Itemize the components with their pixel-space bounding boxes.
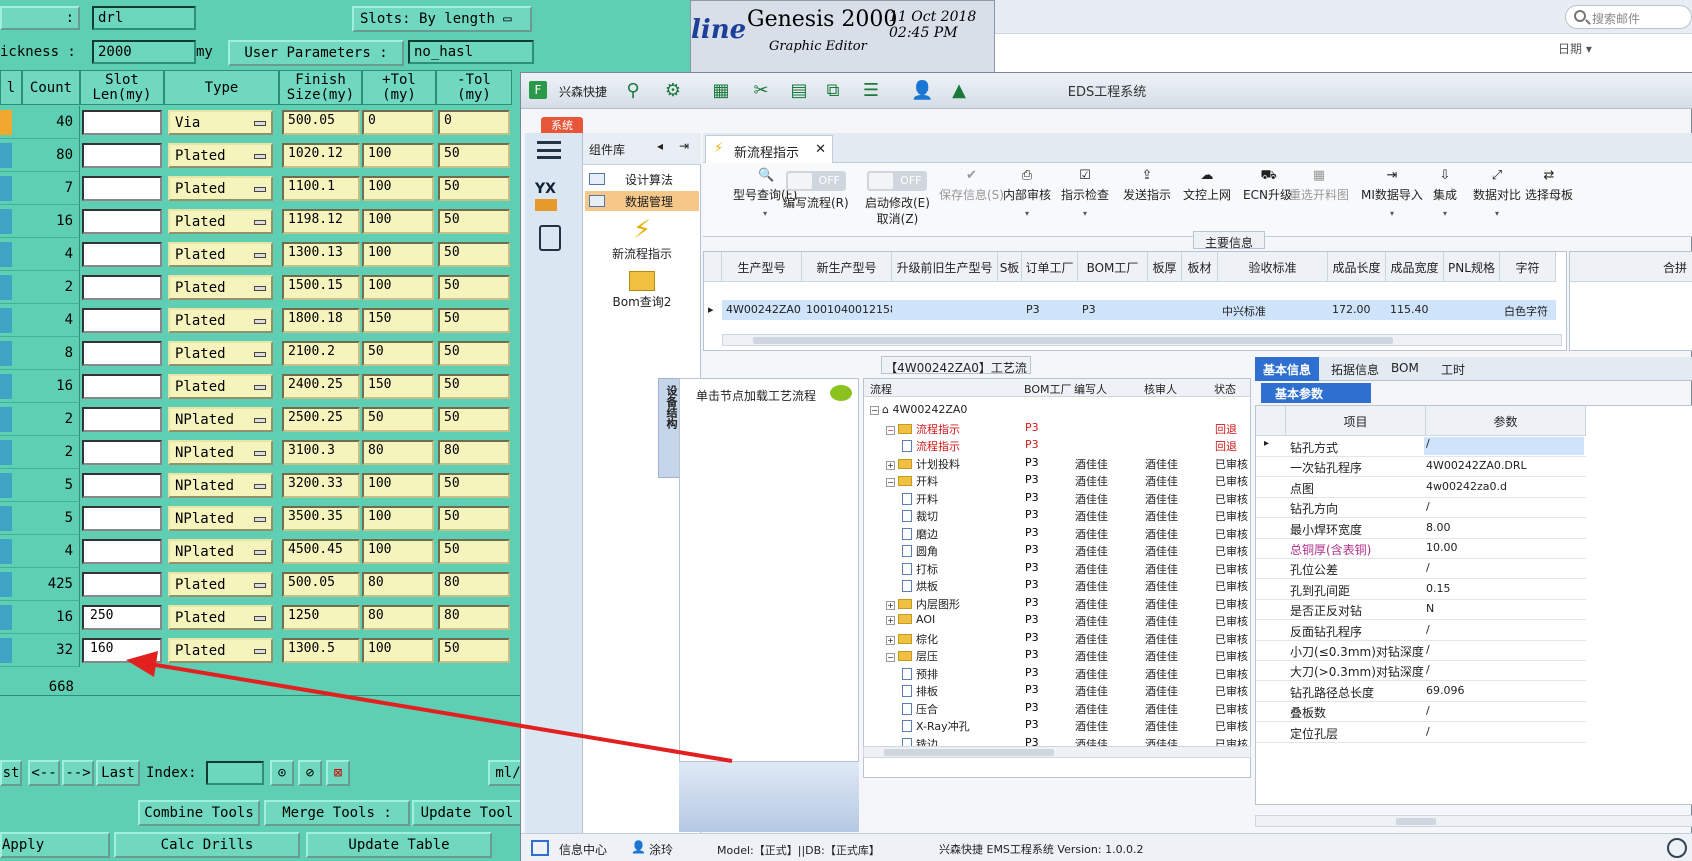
annotation-arrow: [126, 651, 733, 763]
arrow-line: [149, 662, 733, 763]
arrow-head: [126, 651, 158, 677]
